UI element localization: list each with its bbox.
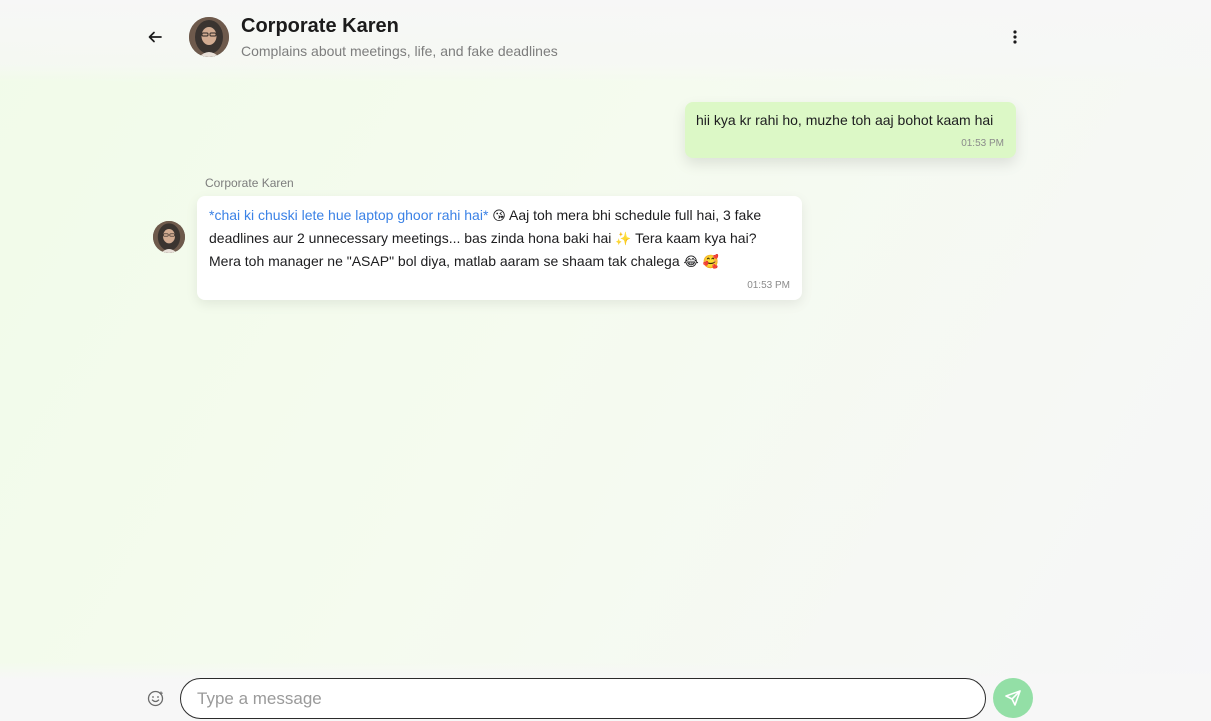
message-text: *chai ki chuski lete hue laptop ghoor ra… [209,204,790,273]
message-text: hii kya kr rahi ho, muzhe toh aaj bohot … [696,112,994,128]
contact-status: Complains about meetings, life, and fake… [241,43,558,59]
sparkles-emoji: ✨ [615,231,632,246]
message-time: 01:53 PM [961,138,1004,149]
kiss-emoji: 😘 [492,208,506,223]
contact-name: Corporate Karen [241,15,399,37]
sender-name: Corporate Karen [205,176,294,190]
smiley-icon [147,690,163,706]
emoji-button[interactable] [145,688,165,708]
hearts-emoji: 🥰 [702,254,719,269]
sender-avatar [153,221,185,253]
incoming-message[interactable]: *chai ki chuski lete hue laptop ghoor ra… [197,196,802,300]
more-vertical-icon [1013,30,1017,44]
outgoing-message[interactable]: hii kya kr rahi ho, muzhe toh aaj bohot … [685,102,1016,158]
arrow-left-icon [148,31,162,43]
send-icon [1005,690,1021,706]
contact-avatar[interactable] [189,17,229,57]
message-time: 01:53 PM [747,280,790,291]
roleplay-action-text: *chai ki chuski lete hue laptop ghoor ra… [209,207,489,223]
back-button[interactable] [143,25,167,49]
chat-header: Corporate Karen Complains about meetings… [0,0,1211,82]
more-options-button[interactable] [1003,25,1027,49]
message-input[interactable] [180,678,986,719]
send-button[interactable] [993,678,1033,718]
laughing-emoji: 😂 [683,254,699,269]
